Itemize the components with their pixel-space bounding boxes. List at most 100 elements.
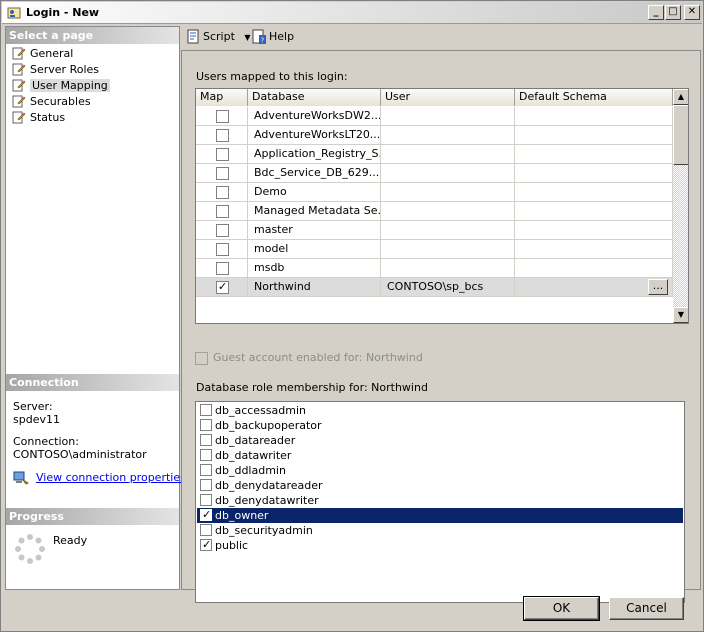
role-item-db-datawriter[interactable]: db_datawriter	[197, 448, 683, 463]
browse-schema-button[interactable]: ...	[648, 279, 668, 295]
map-checkbox[interactable]	[216, 129, 229, 142]
user-cell[interactable]	[381, 240, 515, 258]
role-item-db-securityadmin[interactable]: db_securityadmin	[197, 523, 683, 538]
map-cell	[196, 240, 248, 258]
user-cell[interactable]: CONTOSO\sp_bcs	[381, 278, 515, 296]
view-connection-properties-link[interactable]: View connection properties	[13, 471, 186, 485]
table-row[interactable]: model	[196, 240, 673, 259]
role-item-db-datareader[interactable]: db_datareader	[197, 433, 683, 448]
map-checkbox[interactable]	[216, 148, 229, 161]
minimize-button[interactable]: _	[648, 5, 664, 20]
role-checkbox[interactable]: ✓	[200, 538, 212, 551]
role-checkbox[interactable]	[200, 479, 212, 491]
cancel-button[interactable]: Cancel	[609, 597, 684, 620]
page-item-label: General	[30, 47, 74, 60]
map-checkbox[interactable]	[216, 262, 229, 275]
column-header-user[interactable]: User	[381, 89, 515, 106]
column-header-map[interactable]: Map	[196, 89, 248, 106]
role-label: db_denydatareader	[215, 479, 323, 492]
scroll-up-arrow-icon: ▲	[677, 92, 685, 101]
role-item-db-backupoperator[interactable]: db_backupoperator	[197, 418, 683, 433]
page-item-status[interactable]: Status	[10, 110, 65, 125]
table-row[interactable]: Bdc_Service_DB_629...	[196, 164, 673, 183]
role-item-db-owner[interactable]: ✓ db_owner	[197, 508, 683, 523]
table-row[interactable]: Demo	[196, 183, 673, 202]
user-cell[interactable]	[381, 183, 515, 201]
role-item-db-denydatawriter[interactable]: db_denydatawriter	[197, 493, 683, 508]
title-bar[interactable]: Login - New _ □ ✕	[2, 2, 702, 24]
table-row[interactable]: Managed Metadata Se...	[196, 202, 673, 221]
scroll-up-button[interactable]: ▲	[673, 89, 688, 105]
default-schema-cell[interactable]	[515, 126, 673, 144]
table-row[interactable]: AdventureWorksLT20...	[196, 126, 673, 145]
role-item-public[interactable]: ✓ public	[197, 538, 683, 553]
role-checkbox[interactable]	[200, 434, 212, 446]
map-checkbox[interactable]: ✓	[216, 280, 229, 294]
script-button[interactable]: Script ▼	[183, 28, 251, 46]
default-schema-cell[interactable]	[515, 259, 673, 277]
progress-header: Progress	[6, 508, 179, 525]
close-button[interactable]: ✕	[684, 5, 700, 20]
guest-account-label: Guest account enabled for: Northwind	[213, 351, 423, 364]
map-checkbox[interactable]	[216, 110, 229, 123]
role-checkbox[interactable]	[200, 524, 212, 536]
role-checkbox[interactable]	[200, 404, 212, 416]
role-item-db-denydatareader[interactable]: db_denydatareader	[197, 478, 683, 493]
role-checkbox[interactable]: ✓	[200, 508, 212, 521]
map-checkbox[interactable]	[216, 167, 229, 180]
role-checkbox[interactable]	[200, 494, 212, 506]
role-checkbox[interactable]	[200, 449, 212, 461]
map-checkbox[interactable]	[216, 205, 229, 218]
connection-value: CONTOSO\administrator	[13, 448, 147, 461]
table-row[interactable]: master	[196, 221, 673, 240]
default-schema-cell[interactable]	[515, 240, 673, 258]
column-header-default-schema[interactable]: Default Schema	[515, 89, 673, 106]
role-label: db_accessadmin	[215, 404, 306, 417]
default-schema-cell[interactable]	[515, 164, 673, 182]
default-schema-cell[interactable]	[515, 221, 673, 239]
page-item-user-mapping[interactable]: User Mapping	[10, 78, 110, 93]
default-schema-cell[interactable]	[515, 183, 673, 201]
user-cell[interactable]	[381, 164, 515, 182]
user-cell[interactable]	[381, 202, 515, 220]
user-cell[interactable]	[381, 107, 515, 125]
user-cell[interactable]	[381, 145, 515, 163]
user-cell[interactable]	[381, 221, 515, 239]
user-cell[interactable]	[381, 126, 515, 144]
page-item-general[interactable]: General	[10, 46, 73, 61]
default-schema-cell[interactable]	[515, 107, 673, 125]
default-schema-cell[interactable]	[515, 202, 673, 220]
window-title: Login - New	[26, 6, 100, 19]
role-checkbox[interactable]	[200, 464, 212, 476]
grid-vertical-scrollbar[interactable]: ▲ ▼	[673, 89, 688, 323]
user-cell[interactable]	[381, 259, 515, 277]
table-row[interactable]: Application_Registry_S...	[196, 145, 673, 164]
help-button[interactable]: ? Help	[249, 28, 294, 46]
script-icon	[187, 29, 199, 44]
role-label: db_owner	[215, 509, 269, 522]
role-item-db-ddladmin[interactable]: db_ddladmin	[197, 463, 683, 478]
table-row[interactable]: msdb	[196, 259, 673, 278]
scroll-thumb[interactable]	[673, 105, 688, 165]
map-checkbox[interactable]	[216, 243, 229, 256]
map-checkbox[interactable]	[216, 224, 229, 237]
role-item-db-accessadmin[interactable]: db_accessadmin	[197, 403, 683, 418]
scroll-down-button[interactable]: ▼	[673, 307, 688, 323]
maximize-button[interactable]: □	[665, 5, 681, 20]
role-checkbox[interactable]	[200, 419, 212, 431]
table-row[interactable]: AdventureWorksDW2...	[196, 107, 673, 126]
ok-button[interactable]: OK	[523, 596, 600, 621]
map-checkbox[interactable]	[216, 186, 229, 199]
map-cell	[196, 126, 248, 144]
page-item-label: Securables	[30, 95, 91, 108]
table-row[interactable]: ✓ Northwind CONTOSO\sp_bcs...	[196, 278, 673, 297]
page-item-server-roles[interactable]: Server Roles	[10, 62, 99, 77]
guest-account-checkbox[interactable]	[195, 352, 208, 365]
role-label: db_denydatawriter	[215, 494, 319, 507]
database-cell: Bdc_Service_DB_629...	[248, 164, 381, 182]
default-schema-cell[interactable]	[515, 145, 673, 163]
column-header-database[interactable]: Database	[248, 89, 381, 106]
role-membership-list: db_accessadmin db_backupoperator db_datare…	[195, 401, 685, 603]
page-item-securables[interactable]: Securables	[10, 94, 91, 109]
users-mapped-label: Users mapped to this login:	[196, 70, 348, 83]
